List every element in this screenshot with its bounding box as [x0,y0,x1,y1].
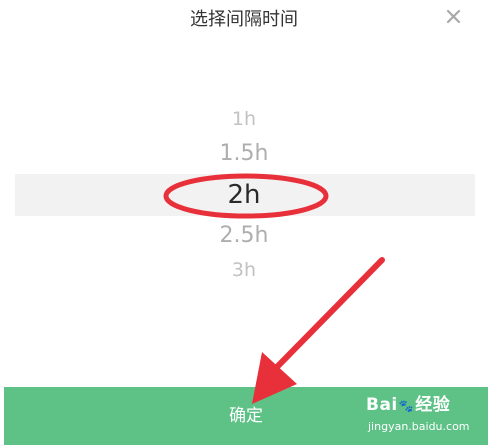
picker-option[interactable]: 3h [0,259,488,281]
baidu-paw-icon: 🐾 [398,399,415,413]
watermark-brand: Bai [366,395,398,415]
picker-option-selected[interactable]: 2h [0,180,488,210]
picker-option[interactable]: 1h [0,108,488,130]
interval-picker-wheel[interactable]: 1h 1.5h 2h 2.5h 3h [0,0,488,445]
baidu-jingyan-watermark: Bai🐾经验 jingyan.baidu.com [366,394,486,442]
picker-option[interactable]: 1.5h [0,141,488,166]
picker-option[interactable]: 2.5h [0,223,488,248]
watermark-brand-end: 经验 [415,395,451,415]
watermark-url: jingyan.baidu.com [368,420,470,433]
